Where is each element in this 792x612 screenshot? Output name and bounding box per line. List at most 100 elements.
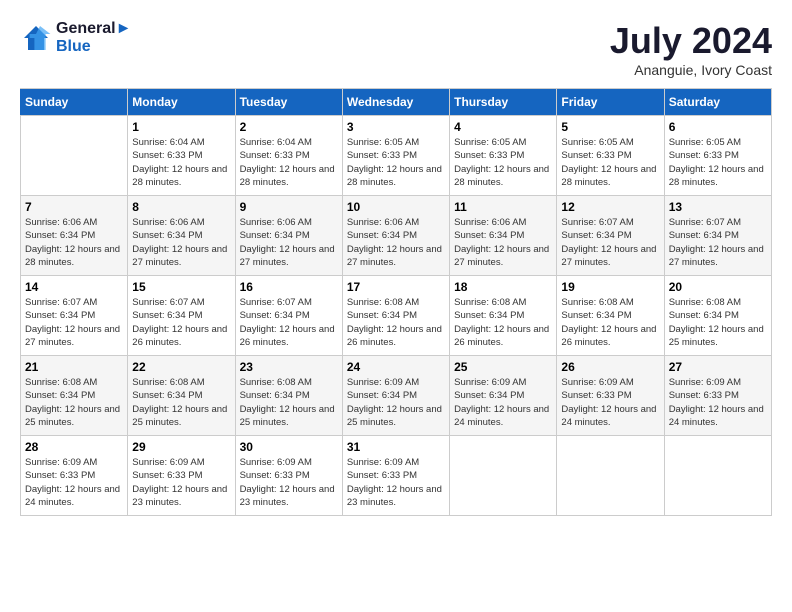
day-number: 21 — [25, 360, 123, 374]
calendar-cell: 7 Sunrise: 6:06 AMSunset: 6:34 PMDaylight… — [21, 196, 128, 276]
calendar-cell: 26 Sunrise: 6:09 AMSunset: 6:33 PMDayligh… — [557, 356, 664, 436]
day-number: 2 — [240, 120, 338, 134]
day-info: Sunrise: 6:07 AMSunset: 6:34 PMDaylight:… — [132, 296, 230, 349]
calendar-cell: 21Sunrise: 6:08 AMSunset: 6:34 PMDayligh… — [21, 356, 128, 436]
day-number: 23 — [240, 360, 338, 374]
day-number: 5 — [561, 120, 659, 134]
day-number: 19 — [561, 280, 659, 294]
weekday-header: Saturday — [664, 89, 771, 116]
day-info: Sunrise: 6:07 AMSunset: 6:34 PMDaylight:… — [669, 216, 767, 269]
day-number: 31 — [347, 440, 445, 454]
calendar-cell: 18Sunrise: 6:08 AMSunset: 6:34 PMDayligh… — [450, 276, 557, 356]
day-number: 25 — [454, 360, 552, 374]
day-number: 26 — [561, 360, 659, 374]
calendar-cell: 8 Sunrise: 6:06 AMSunset: 6:34 PMDaylight… — [128, 196, 235, 276]
calendar-cell: 11 Sunrise: 6:06 AMSunset: 6:34 PMDayligh… — [450, 196, 557, 276]
calendar-cell: 29Sunrise: 6:09 AMSunset: 6:33 PMDayligh… — [128, 436, 235, 516]
day-number: 24 — [347, 360, 445, 374]
calendar-cell — [557, 436, 664, 516]
day-number: 16 — [240, 280, 338, 294]
day-info: Sunrise: 6:05 AMSunset: 6:33 PMDaylight:… — [561, 136, 659, 189]
calendar-cell: 31 Sunrise: 6:09 AMSunset: 6:33 PMDayligh… — [342, 436, 449, 516]
calendar-cell: 27Sunrise: 6:09 AMSunset: 6:33 PMDayligh… — [664, 356, 771, 436]
calendar-table: SundayMondayTuesdayWednesdayThursdayFrid… — [20, 88, 772, 516]
calendar-cell: 9 Sunrise: 6:06 AMSunset: 6:34 PMDaylight… — [235, 196, 342, 276]
weekday-header: Sunday — [21, 89, 128, 116]
calendar-cell: 14 Sunrise: 6:07 AMSunset: 6:34 PMDayligh… — [21, 276, 128, 356]
day-number: 1 — [132, 120, 230, 134]
weekday-header: Tuesday — [235, 89, 342, 116]
day-info: Sunrise: 6:07 AMSunset: 6:34 PMDaylight:… — [561, 216, 659, 269]
day-info: Sunrise: 6:09 AMSunset: 6:34 PMDaylight:… — [454, 376, 552, 429]
day-number: 11 — [454, 200, 552, 214]
day-info: Sunrise: 6:08 AMSunset: 6:34 PMDaylight:… — [240, 376, 338, 429]
day-number: 9 — [240, 200, 338, 214]
calendar-cell: 13Sunrise: 6:07 AMSunset: 6:34 PMDayligh… — [664, 196, 771, 276]
day-number: 7 — [25, 200, 123, 214]
day-info: Sunrise: 6:08 AMSunset: 6:34 PMDaylight:… — [561, 296, 659, 349]
header-row: SundayMondayTuesdayWednesdayThursdayFrid… — [21, 89, 772, 116]
location: Ananguie, Ivory Coast — [610, 62, 772, 78]
calendar-cell — [21, 116, 128, 196]
day-info: Sunrise: 6:05 AMSunset: 6:33 PMDaylight:… — [347, 136, 445, 189]
calendar-week-row: 28 Sunrise: 6:09 AMSunset: 6:33 PMDayligh… — [21, 436, 772, 516]
calendar-cell: 3 Sunrise: 6:05 AMSunset: 6:33 PMDaylight… — [342, 116, 449, 196]
day-number: 18 — [454, 280, 552, 294]
day-info: Sunrise: 6:07 AMSunset: 6:34 PMDaylight:… — [25, 296, 123, 349]
day-info: Sunrise: 6:06 AMSunset: 6:34 PMDaylight:… — [347, 216, 445, 269]
day-number: 3 — [347, 120, 445, 134]
calendar-cell: 20Sunrise: 6:08 AMSunset: 6:34 PMDayligh… — [664, 276, 771, 356]
day-info: Sunrise: 6:09 AMSunset: 6:33 PMDaylight:… — [561, 376, 659, 429]
day-number: 15 — [132, 280, 230, 294]
day-number: 10 — [347, 200, 445, 214]
calendar-cell: 5 Sunrise: 6:05 AMSunset: 6:33 PMDaylight… — [557, 116, 664, 196]
calendar-cell: 30 Sunrise: 6:09 AMSunset: 6:33 PMDayligh… — [235, 436, 342, 516]
calendar-cell: 15 Sunrise: 6:07 AMSunset: 6:34 PMDayligh… — [128, 276, 235, 356]
logo: General► Blue — [20, 20, 131, 56]
calendar-cell: 2 Sunrise: 6:04 AMSunset: 6:33 PMDaylight… — [235, 116, 342, 196]
day-info: Sunrise: 6:09 AMSunset: 6:34 PMDaylight:… — [347, 376, 445, 429]
day-number: 28 — [25, 440, 123, 454]
day-info: Sunrise: 6:08 AMSunset: 6:34 PMDaylight:… — [132, 376, 230, 429]
day-number: 6 — [669, 120, 767, 134]
day-number: 27 — [669, 360, 767, 374]
calendar-cell: 16 Sunrise: 6:07 AMSunset: 6:34 PMDayligh… — [235, 276, 342, 356]
weekday-header: Friday — [557, 89, 664, 116]
calendar-cell: 28 Sunrise: 6:09 AMSunset: 6:33 PMDayligh… — [21, 436, 128, 516]
day-number: 22 — [132, 360, 230, 374]
weekday-header: Thursday — [450, 89, 557, 116]
day-info: Sunrise: 6:09 AMSunset: 6:33 PMDaylight:… — [25, 456, 123, 509]
calendar-cell: 19 Sunrise: 6:08 AMSunset: 6:34 PMDayligh… — [557, 276, 664, 356]
page-header: General► Blue July 2024 Ananguie, Ivory … — [20, 20, 772, 78]
day-info: Sunrise: 6:06 AMSunset: 6:34 PMDaylight:… — [25, 216, 123, 269]
calendar-cell: 6Sunrise: 6:05 AMSunset: 6:33 PMDaylight… — [664, 116, 771, 196]
calendar-cell: 1 Sunrise: 6:04 AMSunset: 6:33 PMDaylight… — [128, 116, 235, 196]
calendar-cell: 24 Sunrise: 6:09 AMSunset: 6:34 PMDayligh… — [342, 356, 449, 436]
calendar-cell: 17 Sunrise: 6:08 AMSunset: 6:34 PMDayligh… — [342, 276, 449, 356]
calendar-cell: 23 Sunrise: 6:08 AMSunset: 6:34 PMDayligh… — [235, 356, 342, 436]
day-info: Sunrise: 6:09 AMSunset: 6:33 PMDaylight:… — [240, 456, 338, 509]
day-info: Sunrise: 6:04 AMSunset: 6:33 PMDaylight:… — [240, 136, 338, 189]
calendar-cell: 4Sunrise: 6:05 AMSunset: 6:33 PMDaylight… — [450, 116, 557, 196]
day-number: 20 — [669, 280, 767, 294]
day-info: Sunrise: 6:09 AMSunset: 6:33 PMDaylight:… — [132, 456, 230, 509]
day-number: 12 — [561, 200, 659, 214]
day-number: 14 — [25, 280, 123, 294]
day-number: 17 — [347, 280, 445, 294]
day-info: Sunrise: 6:06 AMSunset: 6:34 PMDaylight:… — [240, 216, 338, 269]
day-info: Sunrise: 6:05 AMSunset: 6:33 PMDaylight:… — [454, 136, 552, 189]
day-info: Sunrise: 6:07 AMSunset: 6:34 PMDaylight:… — [240, 296, 338, 349]
day-number: 30 — [240, 440, 338, 454]
day-info: Sunrise: 6:04 AMSunset: 6:33 PMDaylight:… — [132, 136, 230, 189]
day-info: Sunrise: 6:06 AMSunset: 6:34 PMDaylight:… — [132, 216, 230, 269]
title-block: July 2024 Ananguie, Ivory Coast — [610, 20, 772, 78]
calendar-week-row: 7 Sunrise: 6:06 AMSunset: 6:34 PMDaylight… — [21, 196, 772, 276]
day-info: Sunrise: 6:06 AMSunset: 6:34 PMDaylight:… — [454, 216, 552, 269]
day-info: Sunrise: 6:08 AMSunset: 6:34 PMDaylight:… — [347, 296, 445, 349]
logo-icon — [20, 22, 52, 54]
day-info: Sunrise: 6:09 AMSunset: 6:33 PMDaylight:… — [347, 456, 445, 509]
calendar-cell — [450, 436, 557, 516]
calendar-cell: 12 Sunrise: 6:07 AMSunset: 6:34 PMDayligh… — [557, 196, 664, 276]
calendar-cell: 22 Sunrise: 6:08 AMSunset: 6:34 PMDayligh… — [128, 356, 235, 436]
day-number: 8 — [132, 200, 230, 214]
